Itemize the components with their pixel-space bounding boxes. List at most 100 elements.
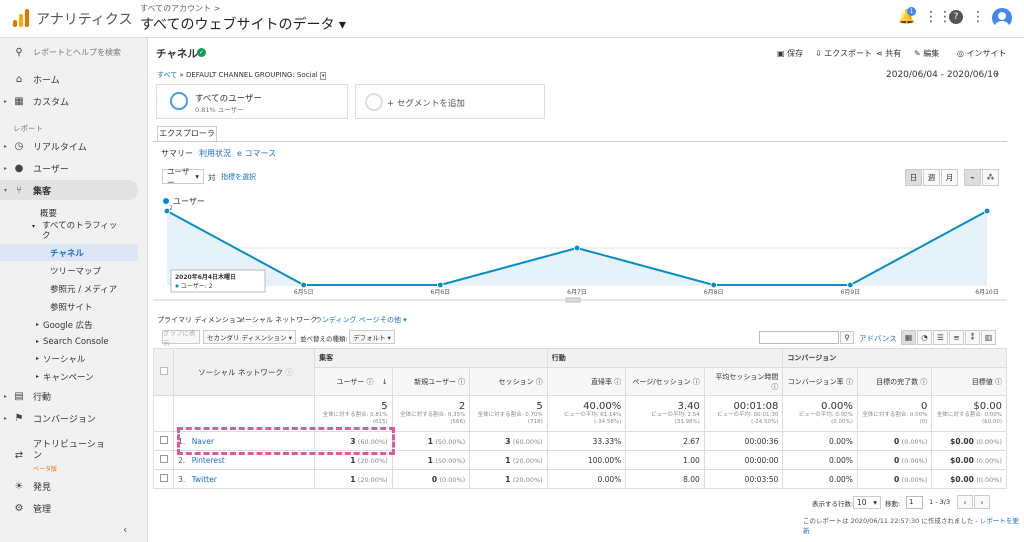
granularity-week[interactable]: 週: [923, 169, 940, 186]
sidebar-search[interactable]: ⚲ レポートとヘルプを検索: [0, 42, 148, 62]
select-metric-link[interactable]: 指標を選択: [221, 172, 256, 182]
area-fill: [167, 211, 987, 285]
breadcrumb-all[interactable]: すべて: [157, 71, 177, 79]
edit-button[interactable]: ✎ 編集: [914, 48, 939, 59]
more-vert-icon[interactable]: ⋮: [971, 9, 985, 25]
col-goal-completions[interactable]: 目標の完了数 ⓘ: [856, 367, 933, 396]
tooltip-date: 2020年6月4日木曜日: [175, 273, 236, 281]
goal-value-value-pct: (0.00%): [976, 437, 1002, 446]
goto-input[interactable]: 1: [906, 496, 923, 509]
sidebar-item-acquisition[interactable]: ▾ ⑂ 集客: [0, 180, 138, 200]
row-checkbox[interactable]: [159, 436, 168, 444]
subtab-usage[interactable]: 利用状況: [199, 148, 231, 159]
table-search-input[interactable]: [759, 331, 839, 344]
help-icon[interactable]: ?: [949, 10, 963, 24]
sidebar-item-discover[interactable]: ☀ 発見: [0, 476, 148, 496]
dimension-header[interactable]: ソーシャル ネットワーク ⓘ: [173, 348, 316, 396]
col-pages-per-session[interactable]: ページ/セッション ⓘ: [625, 367, 705, 396]
avatar[interactable]: [992, 8, 1012, 28]
col-users[interactable]: ユーザー ⓘ ↓: [314, 367, 393, 396]
sidebar-item-referral-sites[interactable]: 参照サイト: [0, 298, 148, 315]
line-chart-icon[interactable]: ⌁: [964, 169, 981, 186]
view-comparison-icon[interactable]: ≡: [949, 330, 964, 345]
share-icon: ⋖: [876, 49, 883, 58]
sidebar-item-label: Google 広告: [43, 320, 93, 331]
sidebar-item-channels[interactable]: チャネル: [0, 244, 138, 261]
view-pivot-icon[interactable]: ▥: [981, 330, 996, 345]
prev-page-button[interactable]: ‹: [957, 495, 973, 509]
search-icon[interactable]: ⚲: [840, 331, 854, 344]
view-performance-icon[interactable]: ☰: [933, 330, 948, 345]
account-breadcrumb[interactable]: すべてのアカウント >: [140, 3, 220, 14]
plot-rows-button[interactable]: グラフに表示: [162, 329, 200, 347]
landing-page-link[interactable]: ランディング ページ: [315, 315, 380, 325]
secondary-dimension-select[interactable]: セカンダリ ディメンション ▾: [203, 330, 296, 344]
export-button[interactable]: ⇩ エクスポート: [815, 48, 872, 59]
goal-completions-cell: 0 (0.00%): [856, 450, 933, 470]
col-new-users[interactable]: 新規ユーザー ⓘ: [391, 367, 471, 396]
analytics-logo-icon[interactable]: [12, 8, 30, 28]
col-conversion-rate[interactable]: コンバージョン率 ⓘ: [782, 367, 858, 396]
view-pie-icon[interactable]: ◔: [917, 330, 932, 345]
sidebar-item-referral[interactable]: 参照元 / メディア: [0, 280, 148, 297]
table-row[interactable]: 3. Twitter 1 (20.00%) 0 (0.00%) 1 (20.00%) 0…: [152, 469, 1007, 489]
rows-per-page-select[interactable]: 10 ▾: [853, 496, 881, 509]
select-all-checkbox[interactable]: [159, 367, 168, 375]
sidebar-item-treemap[interactable]: ツリーマップ: [0, 262, 148, 279]
col-goal-value[interactable]: 目標値 ⓘ: [931, 367, 1007, 396]
view-table-icon[interactable]: ▦: [901, 330, 916, 345]
segment-all-users[interactable]: すべてのユーザー 0.81% ユーザー: [156, 84, 348, 119]
sidebar-item-overview[interactable]: 概要: [0, 204, 148, 221]
col-bounce-rate[interactable]: 直帰率 ⓘ: [546, 367, 627, 396]
add-segment-button[interactable]: + セグメントを追加: [355, 84, 545, 119]
date-dropdown-icon[interactable]: ▾: [995, 70, 999, 79]
sidebar-item-custom[interactable]: ▸ ▦ カスタム: [0, 91, 148, 111]
subtab-ecommerce[interactable]: e コマース: [237, 148, 276, 159]
granularity-month[interactable]: 月: [941, 169, 958, 186]
breadcrumb-dropdown-icon[interactable]: ▾: [319, 72, 327, 80]
row-name-link[interactable]: Pinterest: [192, 456, 225, 465]
total-cell: 0.00% ビューの平均: 0.00% (0.00%): [782, 395, 858, 432]
row-checkbox[interactable]: [159, 474, 168, 482]
share-button[interactable]: ⋖ 共有: [876, 48, 901, 59]
row-name-link[interactable]: Twitter: [192, 475, 217, 484]
sidebar-item-users[interactable]: ▸ ● ユーザー: [0, 158, 148, 178]
collapse-sidebar-icon[interactable]: ‹: [123, 523, 127, 536]
other-dimension-link[interactable]: その他 ▾: [380, 315, 407, 325]
sidebar-item-behavior[interactable]: ▸ ▤ 行動: [0, 386, 148, 406]
property-selector[interactable]: すべてのウェブサイトのデータ ▾: [140, 14, 346, 34]
sort-type-select[interactable]: デフォルト ▾: [349, 330, 395, 344]
metric-select[interactable]: ユーザー ▾: [162, 167, 204, 187]
next-page-button[interactable]: ›: [974, 495, 990, 509]
insights-button[interactable]: ◎ インサイト: [957, 48, 1007, 59]
sidebar-item-social[interactable]: ▸ ソーシャル: [0, 350, 148, 367]
tab-explorer[interactable]: エクスプローラ: [157, 126, 217, 142]
save-button[interactable]: ▣ 保存: [777, 48, 803, 59]
date-range[interactable]: 2020/06/04 - 2020/06/10: [886, 70, 999, 80]
col-avg-session-duration[interactable]: 平均セッション時間 ⓘ: [703, 367, 784, 396]
sidebar-item-realtime[interactable]: ▸ ◷ リアルタイム: [0, 136, 148, 156]
subtab-summary[interactable]: サマリー: [161, 148, 193, 159]
sidebar-item-admin[interactable]: ⚙ 管理: [0, 498, 148, 518]
collapse-arrow-icon: ▾: [4, 186, 8, 194]
sidebar-item-attribution[interactable]: ⇄ アトリビューション ベータ版: [0, 440, 148, 474]
chevron-down-icon: ▾: [873, 498, 877, 507]
advanced-filter-link[interactable]: アドバンス: [859, 333, 897, 344]
sidebar-item-search-console[interactable]: ▸ Search Console: [0, 333, 148, 350]
conv-rate-cell: 0.00%: [782, 431, 858, 451]
sidebar-item-home[interactable]: ⌂ ホーム: [0, 69, 148, 89]
col-sessions[interactable]: セッション ⓘ: [469, 367, 548, 396]
row-checkbox[interactable]: [159, 455, 168, 463]
motion-chart-icon[interactable]: ⁂: [982, 169, 999, 186]
sessions-value: 1: [505, 455, 511, 465]
data-point: [710, 281, 717, 289]
view-term-cloud-icon[interactable]: ⁑: [965, 330, 980, 345]
total-sub: ビューの平均: 00:01:30 (-24.50%): [717, 412, 779, 425]
granularity-day[interactable]: 日: [905, 169, 922, 186]
sidebar-item-all-traffic[interactable]: ▾ すべてのトラフィック: [0, 221, 148, 243]
apps-grid-icon[interactable]: ⋮⋮: [924, 9, 952, 25]
sidebar-item-campaigns[interactable]: ▸ キャンペーン: [0, 368, 148, 385]
rows-per-page-value: 10: [857, 498, 867, 507]
sidebar-item-google-ads[interactable]: ▸ Google 広告: [0, 316, 148, 333]
sidebar-item-conversions[interactable]: ▸ ⚑ コンバージョン: [0, 408, 148, 428]
